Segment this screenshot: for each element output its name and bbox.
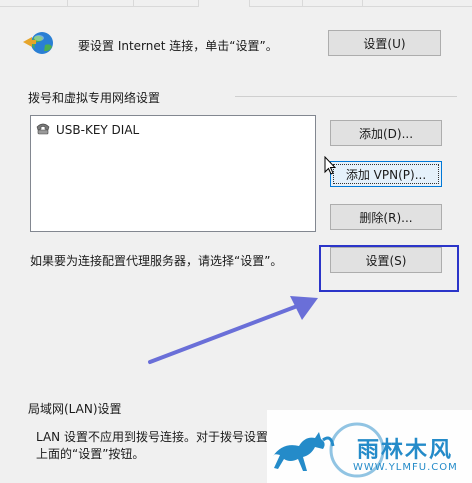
connection-listbox[interactable]: USB-KEY DIAL — [30, 115, 316, 232]
watermark-brand: 雨林木风 — [357, 438, 454, 463]
lan-group-title: 局域网(LAN)设置 — [28, 402, 122, 416]
lan-text-line1: LAN 设置不应用到拨号连接。对于拨号设置 — [36, 430, 268, 444]
add-vpn-button[interactable]: 添加 VPN(P)... — [330, 161, 442, 187]
internet-settings-button[interactable]: 设置(U) — [328, 30, 441, 56]
tab-divider — [133, 0, 134, 6]
watermark: 雨林木风 WWW.YLMFU.COM — [267, 410, 472, 483]
tab-divider — [362, 0, 363, 6]
tab-divider — [67, 0, 68, 6]
highlight-box — [319, 245, 459, 292]
internet-setup-text: 要设置 Internet 连接，单击“设置”。 — [78, 39, 278, 53]
group-divider — [235, 96, 457, 97]
list-item[interactable]: USB-KEY DIAL — [35, 121, 139, 138]
proxy-text: 如果要为连接配置代理服务器，请选择“设置”。 — [30, 254, 283, 268]
list-item-label: USB-KEY DIAL — [56, 122, 140, 137]
annotation-arrow-icon — [140, 290, 330, 373]
dialup-group-title: 拨号和虚拟专用网络设置 — [28, 91, 161, 105]
lan-text-line2: 上面的“设置”按钮。 — [36, 447, 145, 461]
tab-divider — [302, 0, 303, 6]
remove-button[interactable]: 删除(R)... — [330, 204, 442, 230]
internet-globe-icon — [22, 28, 60, 58]
watermark-url: WWW.YLMFU.COM — [353, 462, 458, 473]
tab-connections[interactable] — [198, 0, 250, 7]
mouse-cursor-icon — [324, 155, 337, 179]
dial-connection-icon — [35, 121, 51, 138]
add-button[interactable]: 添加(D)... — [330, 120, 442, 146]
